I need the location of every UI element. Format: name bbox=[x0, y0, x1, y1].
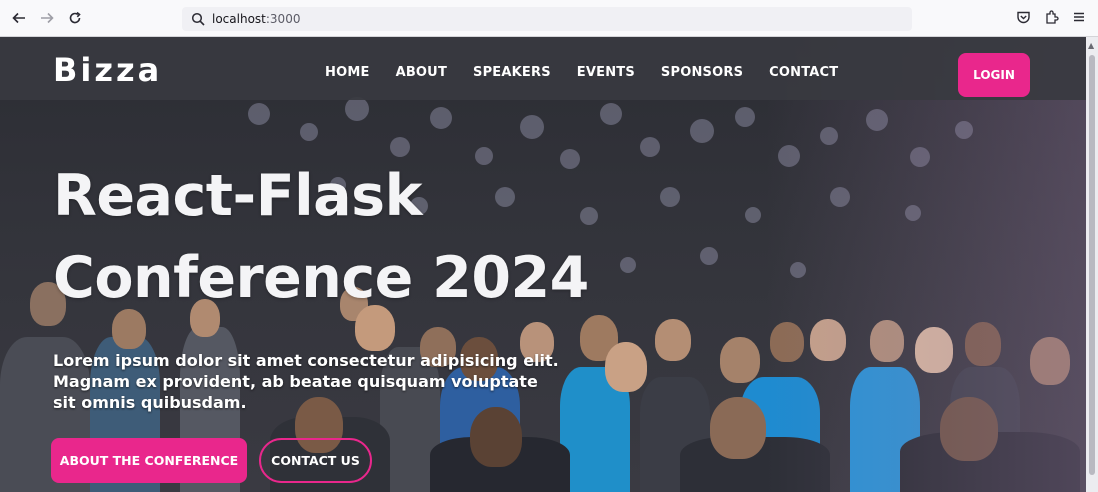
purple-overlay bbox=[766, 37, 1086, 492]
logo[interactable]: Bizza bbox=[53, 51, 162, 89]
page-viewport: Bizza HOME ABOUT SPEAKERS EVENTS SPONSOR… bbox=[0, 37, 1086, 492]
url-host: localhost bbox=[212, 12, 266, 26]
nav-contact[interactable]: CONTACT bbox=[769, 65, 838, 80]
hero-description: Lorem ipsum dolor sit amet consectetur a… bbox=[53, 351, 559, 412]
hero-title-line1: React-Flask bbox=[53, 163, 422, 229]
about-conference-button[interactable]: ABOUT THE CONFERENCE bbox=[51, 438, 247, 483]
scroll-thumb[interactable] bbox=[1089, 55, 1095, 475]
nav-speakers[interactable]: SPEAKERS bbox=[473, 65, 551, 80]
site-header: Bizza HOME ABOUT SPEAKERS EVENTS SPONSOR… bbox=[0, 37, 1086, 100]
nav-events[interactable]: EVENTS bbox=[577, 65, 635, 80]
main-nav: HOME ABOUT SPEAKERS EVENTS SPONSORS CONT… bbox=[325, 65, 838, 80]
search-icon bbox=[191, 12, 205, 26]
browser-toolbar: localhost:3000 bbox=[0, 0, 1098, 37]
hero-title: React-Flask Conference 2024 bbox=[53, 155, 653, 319]
contact-us-button[interactable]: CONTACT US bbox=[259, 438, 372, 483]
back-arrow-icon[interactable] bbox=[8, 7, 30, 29]
url-port: :3000 bbox=[265, 12, 301, 26]
nav-sponsors[interactable]: SPONSORS bbox=[661, 65, 743, 80]
scroll-up-icon[interactable]: ▲ bbox=[1088, 41, 1094, 50]
login-button[interactable]: LOGIN bbox=[958, 53, 1030, 97]
nav-home[interactable]: HOME bbox=[325, 65, 370, 80]
reload-icon[interactable] bbox=[64, 7, 86, 29]
address-bar[interactable]: localhost:3000 bbox=[182, 7, 912, 31]
forward-arrow-icon[interactable] bbox=[36, 7, 58, 29]
url-text: localhost:3000 bbox=[212, 12, 300, 26]
page-scrollbar[interactable]: ▲ bbox=[1086, 37, 1098, 492]
pocket-icon[interactable] bbox=[1014, 8, 1032, 26]
extensions-icon[interactable] bbox=[1042, 8, 1060, 26]
hero-title-line2: Conference 2024 bbox=[53, 245, 589, 311]
nav-about[interactable]: ABOUT bbox=[396, 65, 447, 80]
menu-icon[interactable] bbox=[1070, 8, 1088, 26]
